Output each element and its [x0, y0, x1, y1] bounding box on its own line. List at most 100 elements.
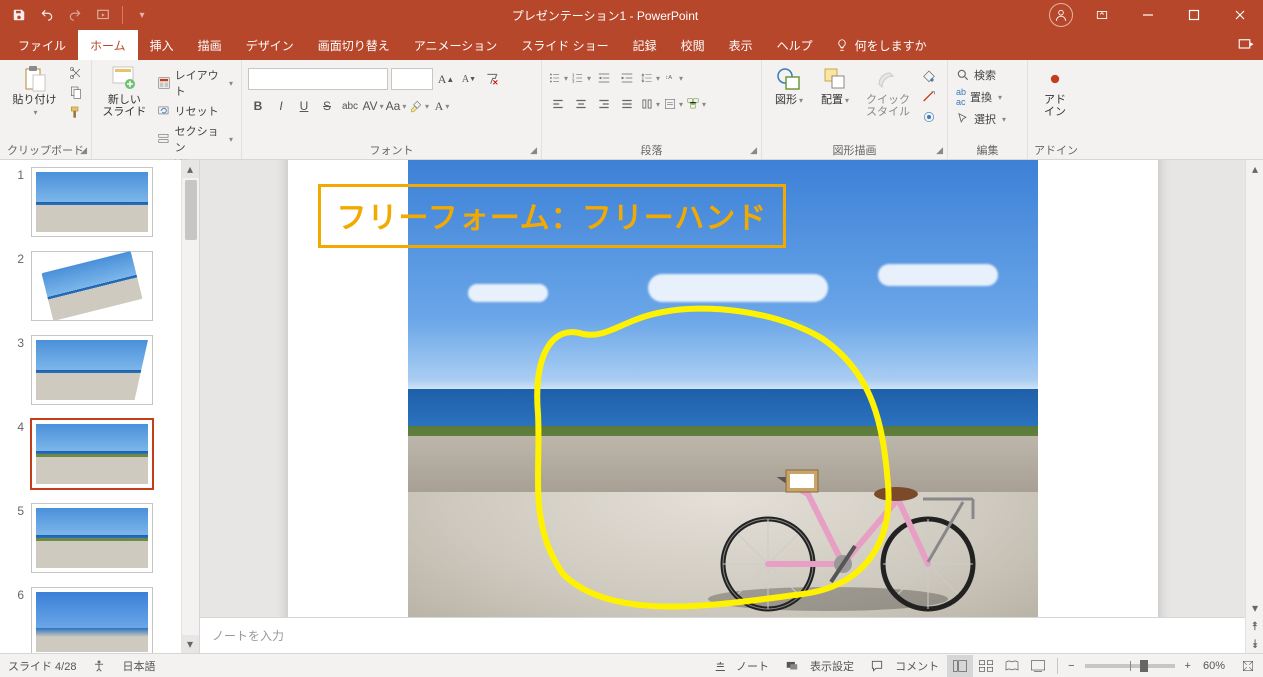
align-left-icon[interactable]	[548, 94, 568, 114]
layout-button[interactable]: レイアウト▾	[155, 66, 235, 100]
text-direction-icon[interactable]: ↕A▾	[663, 68, 683, 88]
bold-icon[interactable]: B	[248, 96, 268, 116]
font-color-icon[interactable]: A▾	[432, 96, 452, 116]
slide-thumbnail[interactable]	[32, 504, 152, 572]
display-settings-button[interactable]: 表示設定	[777, 658, 862, 674]
drawing-launcher-icon[interactable]: ◢	[936, 145, 943, 156]
arrange-button[interactable]: 配置▾	[814, 64, 856, 108]
thumb-scrollbar[interactable]: ▴ ▾	[181, 160, 199, 653]
language-indicator[interactable]: 日本語	[114, 658, 163, 674]
align-right-icon[interactable]	[594, 94, 614, 114]
zoom-percent[interactable]: 60%	[1195, 660, 1233, 672]
bullets-icon[interactable]: ▾	[548, 68, 568, 88]
slide-thumbnail[interactable]	[32, 336, 152, 404]
tab-slideshow[interactable]: スライド ショー	[509, 30, 620, 60]
tab-transitions[interactable]: 画面切り替え	[306, 30, 402, 60]
line-spacing-icon[interactable]: ▾	[640, 68, 660, 88]
shadow-icon[interactable]: abc	[340, 96, 360, 116]
slideshow-view-icon[interactable]	[1025, 655, 1051, 677]
scroll-up-icon[interactable]: ▴	[181, 160, 199, 178]
accessibility-icon[interactable]	[84, 659, 114, 673]
zoom-slider[interactable]	[1085, 664, 1175, 668]
shapes-button[interactable]: 図形▾	[768, 64, 810, 108]
next-slide-icon[interactable]: ⯯	[1246, 635, 1263, 653]
scroll-up-icon[interactable]: ▴	[1246, 160, 1263, 178]
font-family-combo[interactable]	[248, 68, 388, 90]
quick-styles-button[interactable]: クイック スタイル	[860, 64, 916, 120]
replace-button[interactable]: abac置換▾	[954, 86, 1008, 108]
tab-view[interactable]: 表示	[717, 30, 765, 60]
tab-draw[interactable]: 描画	[186, 30, 234, 60]
scroll-down-icon[interactable]: ▾	[1246, 599, 1263, 617]
strike-icon[interactable]: S	[317, 96, 337, 116]
numbering-icon[interactable]: 123▾	[571, 68, 591, 88]
redo-icon[interactable]	[66, 6, 84, 24]
copy-icon[interactable]	[67, 84, 85, 102]
clipboard-launcher-icon[interactable]: ◢	[80, 145, 87, 156]
zoom-out-button[interactable]: −	[1064, 660, 1078, 672]
columns-icon[interactable]: ▾	[640, 94, 660, 114]
tab-animations[interactable]: アニメーション	[402, 30, 510, 60]
new-slide-button[interactable]: 新しい スライド	[98, 64, 151, 120]
tab-design[interactable]: デザイン	[234, 30, 306, 60]
slide-counter[interactable]: スライド 4/28	[0, 658, 84, 674]
shape-effects-icon[interactable]	[920, 108, 938, 126]
font-launcher-icon[interactable]: ◢	[530, 145, 537, 156]
sorter-view-icon[interactable]	[973, 655, 999, 677]
undo-icon[interactable]	[38, 6, 56, 24]
normal-view-icon[interactable]	[947, 655, 973, 677]
comments-button[interactable]: コメント	[862, 658, 947, 674]
indent-inc-icon[interactable]	[617, 68, 637, 88]
fit-to-window-icon[interactable]	[1233, 659, 1263, 673]
tab-file[interactable]: ファイル	[6, 30, 78, 60]
addin-button[interactable]: アド イン	[1034, 64, 1076, 120]
start-from-beginning-icon[interactable]	[94, 6, 112, 24]
indent-dec-icon[interactable]	[594, 68, 614, 88]
share-icon[interactable]	[1237, 30, 1255, 60]
save-icon[interactable]	[10, 6, 28, 24]
shape-fill-icon[interactable]	[920, 68, 938, 86]
paste-button[interactable]: 貼り付け▾	[6, 64, 63, 120]
account-avatar[interactable]	[1049, 3, 1073, 27]
format-painter-icon[interactable]	[67, 104, 85, 122]
editor-scrollbar[interactable]: ▴ ▾ ⯭ ⯯	[1245, 160, 1263, 653]
minimize-icon[interactable]	[1125, 0, 1171, 30]
highlight-icon[interactable]: ▾	[409, 96, 429, 116]
smartart-icon[interactable]: ▾	[686, 94, 706, 114]
tab-home[interactable]: ホーム	[78, 30, 138, 60]
slide-canvas[interactable]: フリーフォーム：フリーハンド	[288, 160, 1158, 617]
slide-thumbnail[interactable]	[32, 420, 152, 488]
reading-view-icon[interactable]	[999, 655, 1025, 677]
italic-icon[interactable]: I	[271, 96, 291, 116]
close-icon[interactable]	[1217, 0, 1263, 30]
tell-me-search[interactable]: 何をしますか	[835, 30, 927, 60]
select-button[interactable]: 選択▾	[954, 110, 1008, 128]
maximize-icon[interactable]	[1171, 0, 1217, 30]
shrink-font-icon[interactable]: A▼	[459, 69, 479, 89]
zoom-in-button[interactable]: +	[1181, 660, 1195, 672]
slide-thumbnail[interactable]	[32, 588, 152, 653]
prev-slide-icon[interactable]: ⯭	[1246, 617, 1263, 635]
tab-insert[interactable]: 挿入	[138, 30, 186, 60]
ribbon-display-icon[interactable]	[1079, 0, 1125, 30]
section-button[interactable]: セクション▾	[155, 122, 235, 156]
find-button[interactable]: 検索	[954, 66, 1008, 84]
change-case-icon[interactable]: Aa▾	[386, 96, 406, 116]
grow-font-icon[interactable]: A▲	[436, 69, 456, 89]
tab-review[interactable]: 校閲	[669, 30, 717, 60]
underline-icon[interactable]: U	[294, 96, 314, 116]
reset-button[interactable]: リセット	[155, 102, 235, 120]
cut-icon[interactable]	[67, 64, 85, 82]
tab-record[interactable]: 記録	[621, 30, 669, 60]
clear-format-icon[interactable]	[482, 69, 502, 89]
slide-thumbnail[interactable]	[32, 252, 152, 320]
freeform-shape[interactable]	[523, 294, 903, 614]
tab-help[interactable]: ヘルプ	[765, 30, 825, 60]
scroll-thumb[interactable]	[185, 180, 197, 240]
char-spacing-icon[interactable]: AV▾	[363, 96, 383, 116]
justify-icon[interactable]	[617, 94, 637, 114]
align-text-icon[interactable]: ▾	[663, 94, 683, 114]
paragraph-launcher-icon[interactable]: ◢	[750, 145, 757, 156]
qat-customize-icon[interactable]: ▾	[133, 6, 151, 24]
font-size-combo[interactable]	[391, 68, 433, 90]
